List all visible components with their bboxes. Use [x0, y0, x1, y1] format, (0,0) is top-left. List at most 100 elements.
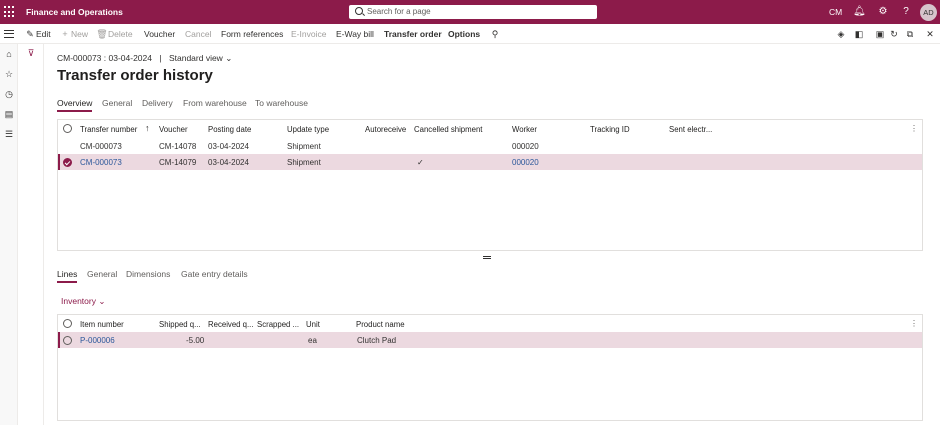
- hamburger-icon[interactable]: [4, 30, 14, 38]
- page-title: Transfer order history: [57, 67, 213, 84]
- modules-icon[interactable]: ☰: [3, 128, 15, 140]
- recent-icon[interactable]: ◷: [3, 88, 15, 100]
- record-caption: CM-000073 : 03-04-2024: [57, 53, 152, 63]
- office-icon[interactable]: ◧: [853, 28, 865, 40]
- col-update-type[interactable]: Update type: [287, 125, 329, 134]
- caption-separator: |: [159, 53, 162, 63]
- row-selected-checkmark-icon[interactable]: [63, 158, 72, 167]
- col-worker[interactable]: Worker: [512, 125, 537, 134]
- chevron-down-icon[interactable]: ⌄: [225, 53, 232, 63]
- tab-to-warehouse[interactable]: To warehouse: [255, 98, 308, 108]
- avatar[interactable]: AD: [920, 4, 937, 21]
- cell-worker[interactable]: 000020: [512, 142, 539, 151]
- inventory-label: Inventory: [61, 296, 96, 306]
- chevron-down-icon: ⌄: [98, 296, 106, 306]
- column-options-icon[interactable]: ⋮: [910, 124, 918, 133]
- tab-lines-general[interactable]: General: [87, 269, 117, 279]
- delete-button[interactable]: Delete: [108, 29, 133, 39]
- action-search-icon[interactable]: ⚲: [489, 28, 501, 40]
- cell-unit[interactable]: ea: [308, 336, 317, 345]
- cell-posting-date[interactable]: 03-04-2024: [208, 142, 249, 151]
- app-title[interactable]: Finance and Operations: [26, 7, 123, 17]
- table-row-selected[interactable]: CM-000073 CM-14079 03-04-2024 Shipment ✓…: [58, 154, 922, 170]
- cell-update-type[interactable]: Shipment: [287, 142, 321, 151]
- bell-icon[interactable]: 🔔︎: [853, 6, 866, 18]
- cell-worker-link[interactable]: 000020: [512, 158, 539, 167]
- cell-cancelled-checkmark-icon[interactable]: ✓: [417, 158, 424, 167]
- history-grid: Transfer number ↑ Voucher Posting date U…: [57, 119, 923, 251]
- inventory-button[interactable]: Inventory ⌄: [61, 296, 105, 307]
- lines-grid-header: Item number Shipped q... Received q... S…: [58, 315, 922, 333]
- new-button[interactable]: New: [71, 29, 88, 39]
- lines-grid: Item number Shipped q... Received q... S…: [57, 314, 923, 421]
- search-icon: [355, 7, 363, 15]
- select-all-radio[interactable]: [63, 319, 72, 328]
- cell-product-name[interactable]: Clutch Pad: [357, 336, 396, 345]
- col-item-number[interactable]: Item number: [80, 320, 124, 329]
- col-sent-electronically[interactable]: Sent electr...: [669, 125, 712, 134]
- open-new-window-icon[interactable]: ⧉: [904, 28, 916, 40]
- col-voucher[interactable]: Voucher: [159, 125, 188, 134]
- cell-transfer-number-link[interactable]: CM-000073: [80, 158, 122, 167]
- attachments-icon[interactable]: ▣: [874, 28, 886, 40]
- trash-icon: 🗑︎: [96, 29, 108, 39]
- view-selector[interactable]: Standard view: [169, 53, 223, 63]
- home-icon[interactable]: ⌂: [3, 48, 15, 60]
- cell-transfer-number[interactable]: CM-000073: [80, 142, 122, 151]
- col-product-name[interactable]: Product name: [356, 320, 405, 329]
- cell-posting-date[interactable]: 03-04-2024: [208, 158, 249, 167]
- table-row-selected[interactable]: P-000006 -5.00 ea Clutch Pad: [58, 332, 922, 348]
- cell-shipped[interactable]: -5.00: [186, 336, 204, 345]
- help-icon[interactable]: ?: [900, 6, 912, 18]
- tab-delivery[interactable]: Delivery: [142, 98, 173, 108]
- edit-button[interactable]: Edit: [36, 29, 51, 39]
- navigation-pane: ⌂ ☆ ◷ ▤ ☰: [0, 44, 18, 425]
- form-references-button[interactable]: Form references: [221, 29, 283, 39]
- col-tracking-id[interactable]: Tracking ID: [590, 125, 630, 134]
- favorites-icon[interactable]: ☆: [3, 68, 15, 80]
- col-transfer-number[interactable]: Transfer number: [80, 125, 137, 134]
- eway-bill-button[interactable]: E-Way bill: [336, 29, 374, 39]
- col-cancelled-shipment[interactable]: Cancelled shipment: [414, 125, 482, 134]
- diamond-icon[interactable]: ◈: [835, 28, 847, 40]
- grid-header: Transfer number ↑ Voucher Posting date U…: [58, 120, 922, 138]
- workspaces-icon[interactable]: ▤: [3, 108, 15, 120]
- tab-lines[interactable]: Lines: [57, 269, 78, 283]
- close-icon[interactable]: ✕: [924, 28, 936, 40]
- select-all-radio[interactable]: [63, 124, 72, 133]
- col-posting-date[interactable]: Posting date: [208, 125, 251, 134]
- row-radio[interactable]: [63, 336, 72, 345]
- breadcrumb: CM-000073 : 03-04-2024 | Standard view ⌄: [57, 53, 232, 64]
- transfer-order-tab[interactable]: Transfer order: [384, 29, 442, 39]
- column-options-icon[interactable]: ⋮: [910, 319, 918, 328]
- edit-icon: ✎: [26, 29, 34, 39]
- tab-gate-entry-details[interactable]: Gate entry details: [181, 269, 248, 279]
- tab-overview[interactable]: Overview: [57, 98, 93, 112]
- cancel-button[interactable]: Cancel: [185, 29, 211, 39]
- cell-item-number-link[interactable]: P-000006: [80, 336, 115, 345]
- tab-general[interactable]: General: [102, 98, 132, 108]
- table-row[interactable]: CM-000073 CM-14078 03-04-2024 Shipment 0…: [58, 138, 922, 154]
- cell-voucher[interactable]: CM-14079: [159, 158, 196, 167]
- refresh-icon[interactable]: ↻: [888, 28, 900, 40]
- cell-voucher[interactable]: CM-14078: [159, 142, 196, 151]
- col-scrapped-quantity[interactable]: Scrapped ...: [257, 320, 299, 329]
- filter-icon[interactable]: ⊽: [25, 47, 37, 59]
- splitter-handle[interactable]: [483, 256, 491, 259]
- search-input[interactable]: Search for a page: [349, 5, 597, 19]
- app-launcher-icon[interactable]: [4, 6, 16, 18]
- tab-from-warehouse[interactable]: From warehouse: [183, 98, 247, 108]
- col-shipped-quantity[interactable]: Shipped q...: [159, 320, 201, 329]
- gear-icon[interactable]: ⚙: [877, 6, 889, 18]
- voucher-button[interactable]: Voucher: [144, 29, 175, 39]
- options-tab[interactable]: Options: [448, 29, 480, 39]
- plus-icon: +: [62, 29, 68, 39]
- col-received-quantity[interactable]: Received q...: [208, 320, 254, 329]
- col-autoreceive[interactable]: Autoreceive: [365, 125, 406, 134]
- col-unit[interactable]: Unit: [306, 320, 320, 329]
- company-picker[interactable]: CM: [829, 7, 842, 17]
- cell-update-type[interactable]: Shipment: [287, 158, 321, 167]
- tab-dimensions[interactable]: Dimensions: [126, 269, 170, 279]
- action-pane: ✎ Edit + New 🗑︎ Delete Voucher Cancel Fo…: [0, 24, 940, 44]
- e-invoice-button[interactable]: E-Invoice: [291, 29, 326, 39]
